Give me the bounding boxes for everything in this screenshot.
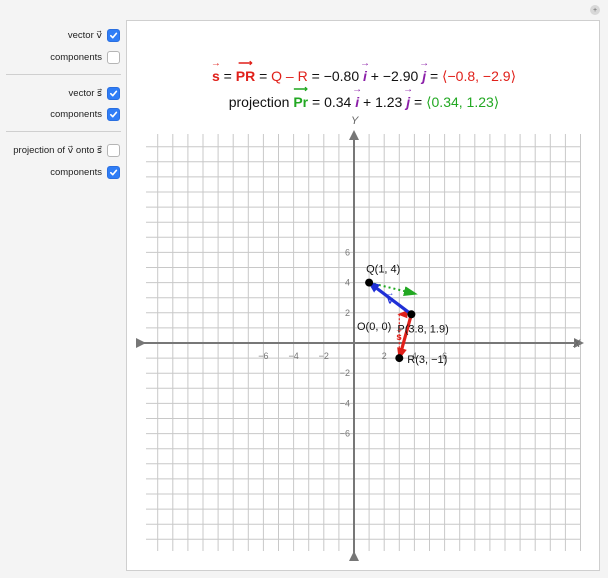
checkmark-icon xyxy=(109,169,118,175)
vector-s-label-arrow: → xyxy=(395,325,403,334)
y-tick-label: 2 xyxy=(345,308,350,318)
point-q-label: Q(1, 4) xyxy=(366,264,400,276)
vector-v-label-arrow: → xyxy=(386,289,394,298)
separator xyxy=(6,74,121,75)
coordinate-plane: X Y −6 −4 −2 2 4 6642−2−4−6 Q(1, 4) P(3.8, 1.… xyxy=(136,115,584,561)
point-r-handle[interactable] xyxy=(395,354,404,363)
axes: X Y xyxy=(136,115,584,561)
vector-s-control[interactable]: vector s⃗ xyxy=(69,84,120,102)
vector-s-checkbox[interactable] xyxy=(107,86,120,100)
y-axis-label: Y xyxy=(351,115,359,127)
projection-components-checkbox[interactable] xyxy=(107,165,120,179)
separator xyxy=(6,131,121,132)
y-tick-label: −4 xyxy=(340,398,350,408)
checkmark-icon xyxy=(109,111,118,117)
controls-sidebar: vector v⃗ components vector s⃗ component… xyxy=(0,0,126,578)
projection-components-label: components xyxy=(50,166,102,178)
vector-s-label: vector s⃗ xyxy=(68,87,102,99)
vector-v-label: vector v⃗ xyxy=(67,29,102,41)
vector-v-control[interactable]: vector v⃗ xyxy=(68,26,120,44)
y-tick-label: −6 xyxy=(340,429,350,439)
x-tick-label: −2 xyxy=(319,351,329,361)
v-components-checkbox[interactable] xyxy=(107,50,120,64)
s-components-checkbox[interactable] xyxy=(107,107,120,121)
y-tick-label: 4 xyxy=(345,278,350,288)
projection-control[interactable]: projection of v⃗ onto s⃗ xyxy=(13,141,120,159)
graphics-panel: → s = ⟶ PR = Q – R = −0.80 → i + −2.90 → j =… xyxy=(126,20,600,571)
options-menu-icon[interactable]: + xyxy=(590,5,600,15)
v-components-label: components xyxy=(50,51,102,63)
s-components-label: components xyxy=(50,108,102,120)
x-tick-label: −6 xyxy=(258,351,268,361)
projection-components-control[interactable]: components xyxy=(50,163,120,181)
point-q-handle[interactable] xyxy=(365,278,374,287)
point-p-label: P(3.8, 1.9) xyxy=(397,323,448,335)
x-tick-label: 2 xyxy=(382,351,387,361)
s-components-control[interactable]: components xyxy=(50,105,120,123)
projection-label: projection of v⃗ onto s⃗ xyxy=(13,144,102,156)
projection-checkbox[interactable] xyxy=(107,143,120,157)
y-tick-label: 6 xyxy=(345,247,350,257)
v-components-control[interactable]: components xyxy=(50,48,120,66)
x-tick-label: −4 xyxy=(288,351,298,361)
checkmark-icon xyxy=(109,90,118,96)
vector-v-checkbox[interactable] xyxy=(107,28,120,42)
y-tick-label: −2 xyxy=(340,368,350,378)
origin-label: O(0, 0) xyxy=(357,321,391,333)
point-r-label: R(3, −1) xyxy=(407,354,447,366)
x-axis-label: X xyxy=(572,338,581,350)
checkmark-icon xyxy=(109,32,118,38)
point-p-handle[interactable] xyxy=(407,310,416,319)
